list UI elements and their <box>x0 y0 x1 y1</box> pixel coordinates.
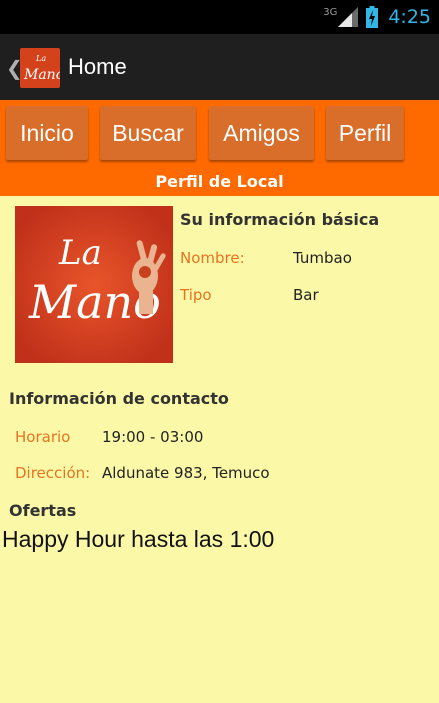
address-label: Dirección: <box>15 464 91 482</box>
buscar-button[interactable]: Buscar <box>100 106 196 160</box>
nav-strip: Inicio Buscar Amigos Perfil <box>0 100 439 167</box>
contact-info-title: Información de contacto <box>9 389 229 408</box>
inicio-button[interactable]: Inicio <box>6 106 88 160</box>
address-value: Aldunate 983, Temuco <box>102 464 270 482</box>
action-bar: ❮ La Mano Home <box>0 34 439 100</box>
section-header: Perfil de Local <box>0 167 439 196</box>
app-logo[interactable]: La Mano <box>20 48 60 88</box>
amigos-button[interactable]: Amigos <box>209 106 314 160</box>
clock: 4:25 <box>388 6 431 28</box>
venue-profile: La Mano Su información básica Nombre: Tu… <box>0 196 439 703</box>
offers-title: Ofertas <box>9 501 77 520</box>
schedule-value: 19:00 - 03:00 <box>102 428 204 446</box>
venue-logo: La Mano <box>15 206 173 363</box>
status-bar: 3G 4:25 <box>0 0 439 34</box>
name-value: Tumbao <box>293 249 352 267</box>
schedule-label: Horario <box>15 428 71 446</box>
network-type: 3G <box>323 6 338 18</box>
signal-icon <box>338 7 359 27</box>
page-title: Home <box>68 54 127 79</box>
type-value: Bar <box>293 286 319 304</box>
perfil-button[interactable]: Perfil <box>326 106 404 160</box>
status-icons: 3G 4:25 <box>323 4 431 30</box>
offer-item: Happy Hour hasta las 1:00 <box>2 526 275 552</box>
app-logo-text-bottom: Mano <box>23 67 60 83</box>
venue-logo-text-top: La <box>58 233 102 273</box>
name-label: Nombre: <box>180 249 245 267</box>
battery-charging-icon <box>366 6 379 28</box>
app-logo-text-top: La <box>35 54 46 63</box>
type-label: Tipo <box>180 286 212 304</box>
basic-info-title: Su información básica <box>180 210 380 229</box>
